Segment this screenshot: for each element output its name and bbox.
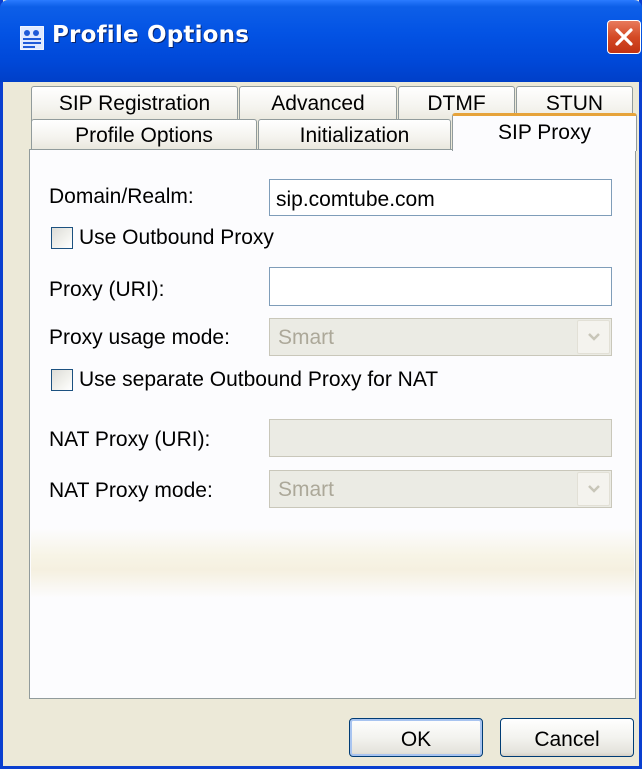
domain-realm-input[interactable]: sip.comtube.com: [269, 179, 612, 216]
profile-options-dialog: Profile Options SIP Registration Advance…: [0, 0, 642, 769]
proxy-uri-label: Proxy (URI):: [49, 278, 165, 301]
tab-advanced[interactable]: Advanced: [239, 86, 397, 122]
cancel-button-label: Cancel: [534, 728, 600, 751]
close-button[interactable]: [607, 20, 641, 54]
ok-button-label: OK: [400, 728, 432, 751]
domain-realm-label: Domain/Realm:: [49, 185, 194, 208]
use-outbound-proxy-checkbox[interactable]: [51, 227, 73, 249]
use-nat-proxy-label: Use separate Outbound Proxy for NAT: [79, 368, 439, 391]
tab-initialization[interactable]: Initialization: [258, 119, 451, 150]
tab-profile-options[interactable]: Profile Options: [31, 119, 257, 150]
ok-button[interactable]: OK: [349, 718, 483, 757]
title-bar[interactable]: Profile Options: [0, 0, 642, 82]
tab-label: Advanced: [271, 92, 365, 115]
tab-label: Profile Options: [75, 124, 213, 147]
tab-sip-proxy[interactable]: SIP Proxy: [452, 113, 637, 151]
tab-label: SIP Registration: [58, 92, 211, 115]
tab-label: Initialization: [299, 124, 410, 147]
cancel-button[interactable]: Cancel: [500, 718, 634, 757]
use-nat-proxy-checkbox[interactable]: [51, 369, 73, 391]
tab-sip-registration[interactable]: SIP Registration: [31, 86, 238, 122]
window-title: Profile Options: [52, 22, 250, 48]
nat-proxy-mode-select[interactable]: Smart: [269, 470, 612, 508]
close-x-icon: [615, 28, 633, 46]
nat-proxy-mode-value: Smart: [278, 478, 335, 501]
dropdown-button[interactable]: [577, 320, 610, 354]
dropdown-button[interactable]: [577, 472, 610, 506]
proxy-usage-mode-value: Smart: [278, 326, 335, 349]
chevron-down-icon: [588, 333, 600, 341]
proxy-usage-mode-label: Proxy usage mode:: [49, 326, 230, 349]
chevron-down-icon: [588, 485, 600, 493]
nat-proxy-mode-label: NAT Proxy mode:: [49, 479, 213, 502]
proxy-usage-mode-select[interactable]: Smart: [269, 318, 612, 356]
proxy-uri-input[interactable]: [269, 267, 612, 306]
nat-proxy-uri-label: NAT Proxy (URI):: [49, 428, 211, 451]
profile-app-icon: [19, 25, 45, 51]
use-outbound-proxy-label: Use Outbound Proxy: [79, 226, 274, 249]
tab-label: SIP Proxy: [498, 121, 591, 144]
nat-proxy-uri-input[interactable]: [269, 419, 612, 457]
